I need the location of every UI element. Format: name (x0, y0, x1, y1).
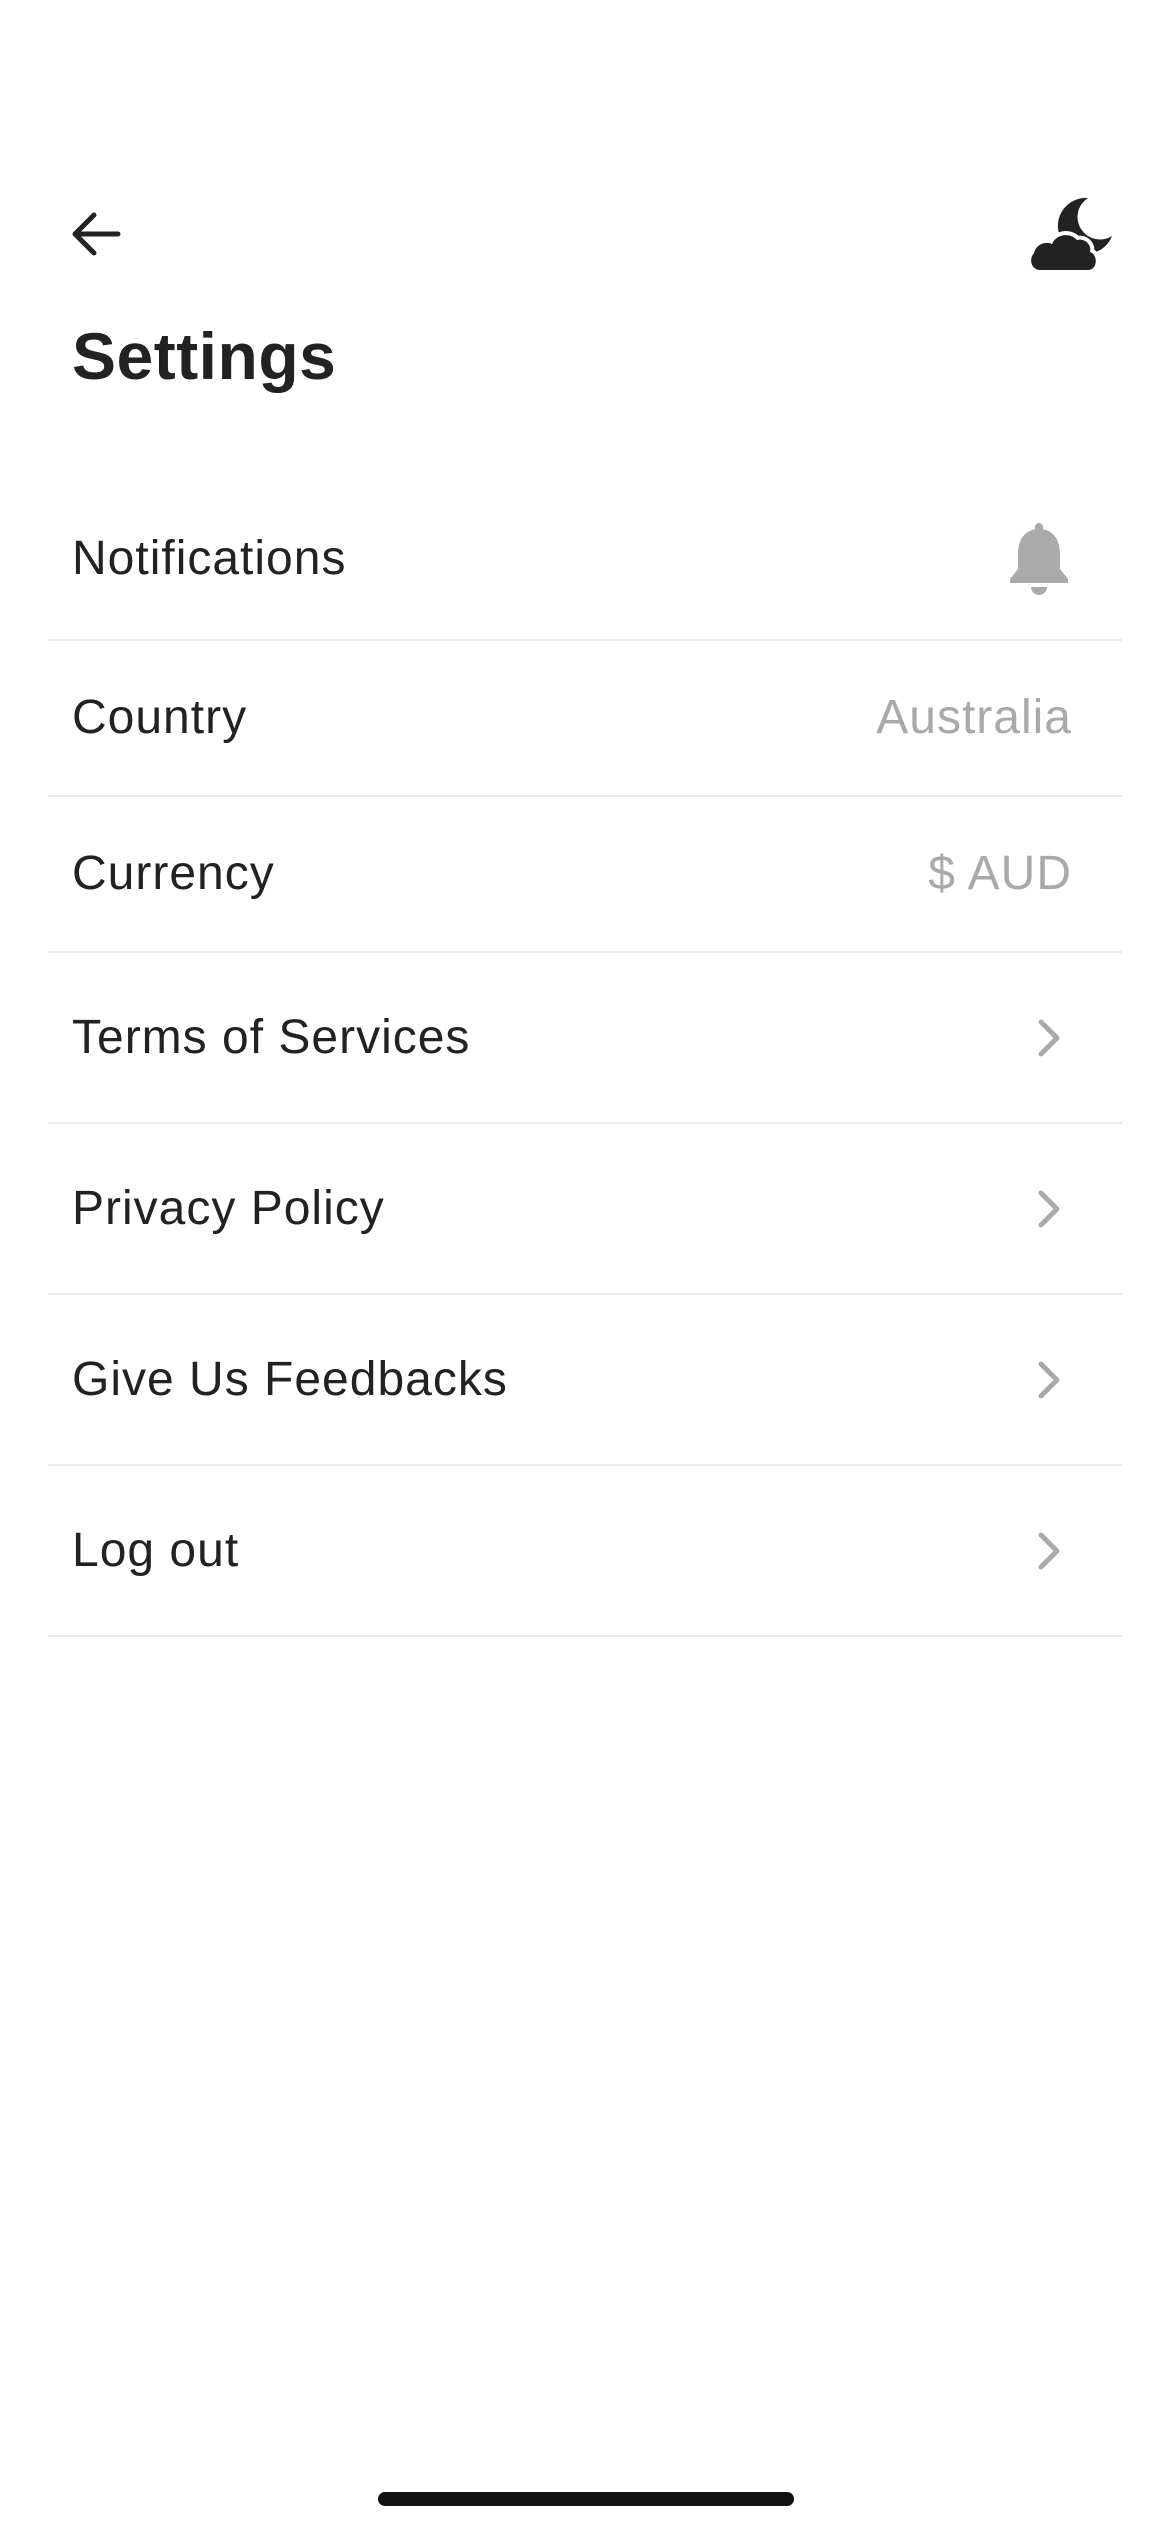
theme-toggle-button[interactable] (1024, 186, 1120, 282)
settings-row-label: Terms of Services (72, 1010, 471, 1064)
bell-icon[interactable] (1006, 521, 1072, 597)
chevron-right-icon (1022, 1179, 1062, 1239)
arrow-left-icon (72, 212, 121, 256)
settings-row-label: Privacy Policy (72, 1181, 385, 1235)
settings-row-label: Currency (72, 847, 275, 900)
cloud-moon-icon (1030, 197, 1112, 274)
settings-row-currency[interactable]: Currency $ AUD (48, 797, 1122, 953)
settings-row-logout[interactable]: Log out (48, 1466, 1122, 1637)
back-button[interactable] (58, 196, 134, 272)
settings-row-label: Country (72, 691, 248, 744)
country-value: Australia (876, 691, 1072, 744)
settings-row-terms[interactable]: Terms of Services (48, 953, 1122, 1124)
currency-value: $ AUD (928, 847, 1072, 900)
settings-row-feedback[interactable]: Give Us Feedbacks (48, 1295, 1122, 1466)
settings-row-privacy[interactable]: Privacy Policy (48, 1124, 1122, 1295)
settings-row-notifications[interactable]: Notifications (48, 478, 1122, 641)
header: Settings (0, 0, 1170, 420)
chevron-right-icon (1022, 1521, 1062, 1581)
chevron-right-icon (1022, 1008, 1062, 1068)
settings-row-country[interactable]: Country Australia (48, 641, 1122, 797)
settings-row-label: Give Us Feedbacks (72, 1352, 508, 1406)
chevron-right-icon (1022, 1350, 1062, 1410)
page-title: Settings (72, 319, 337, 393)
settings-list: Notifications Country Australia Currency… (48, 478, 1122, 1637)
settings-row-label: Log out (72, 1523, 240, 1577)
home-indicator[interactable] (378, 2492, 794, 2506)
settings-row-label: Notifications (72, 531, 347, 585)
